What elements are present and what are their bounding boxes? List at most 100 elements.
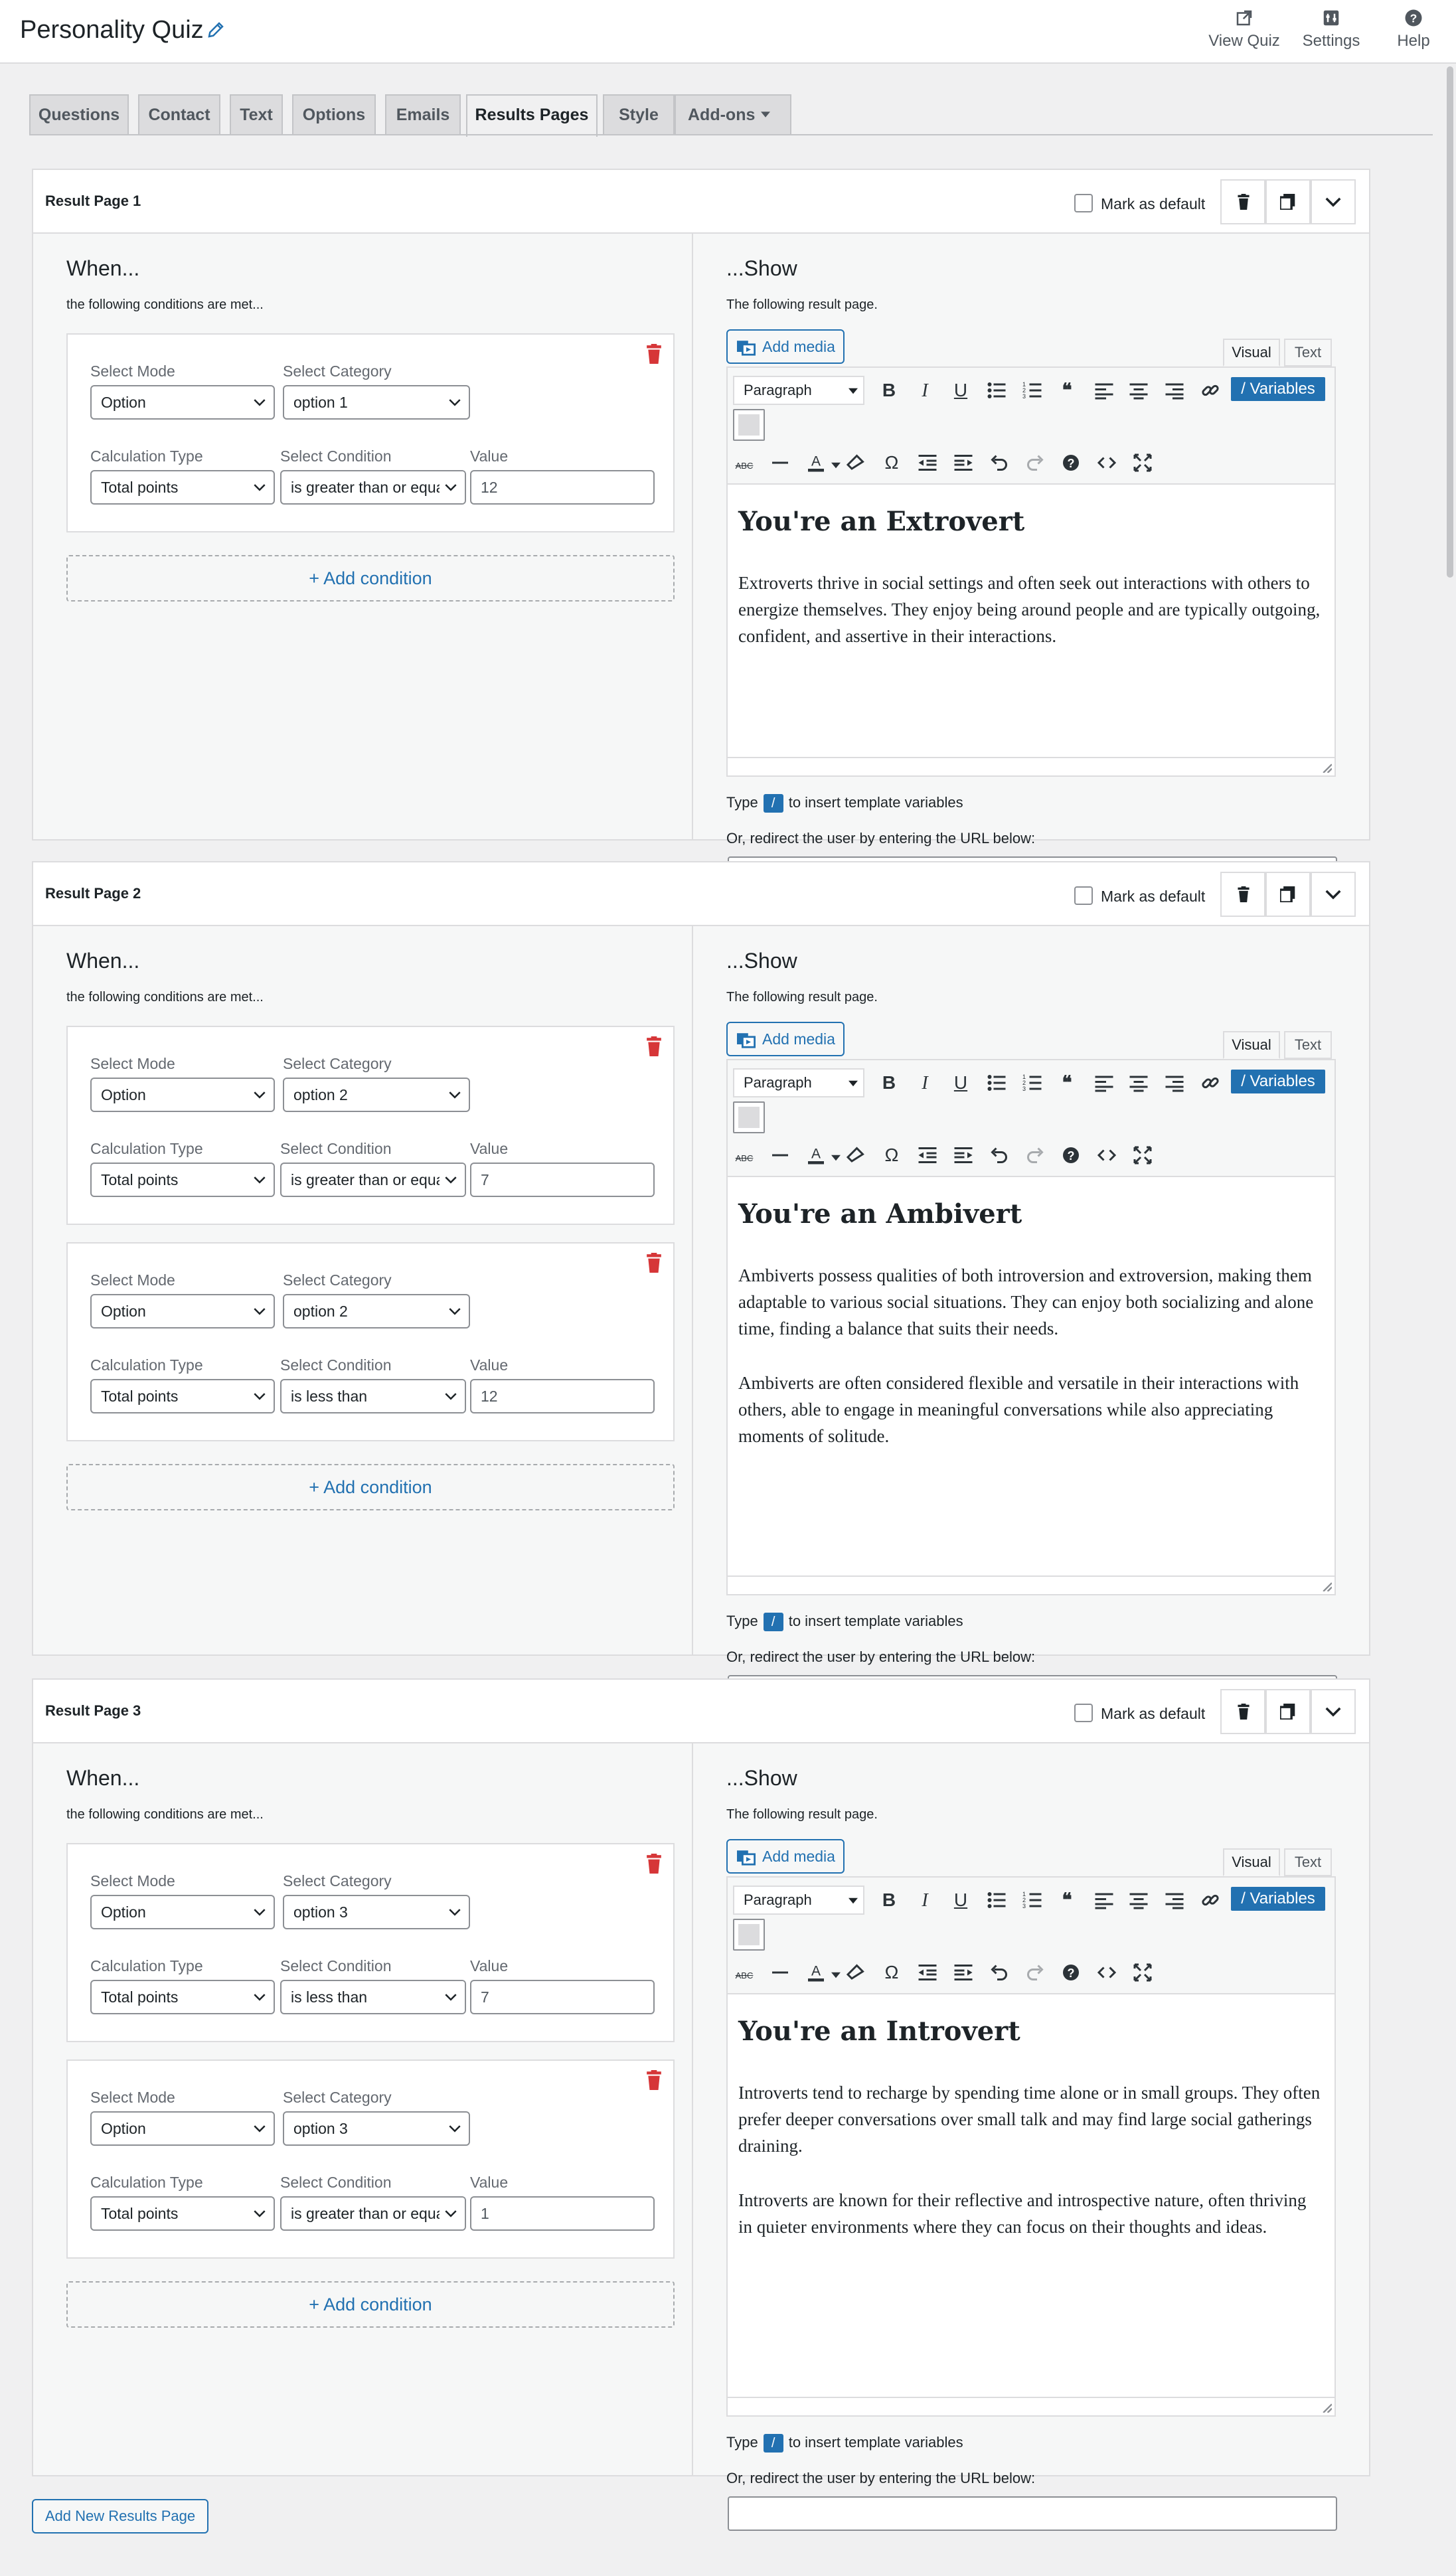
link-icon[interactable] bbox=[1200, 1073, 1220, 1093]
collapse-page-button[interactable] bbox=[1311, 872, 1356, 917]
select-mode-dropdown[interactable]: Option bbox=[90, 1294, 275, 1328]
redirect-url-input[interactable] bbox=[728, 2496, 1337, 2531]
fullscreen-icon[interactable] bbox=[1133, 453, 1153, 473]
code-icon[interactable] bbox=[1097, 453, 1117, 473]
tab-add-ons[interactable]: Add-ons bbox=[675, 94, 791, 135]
select-condition-dropdown[interactable]: is less than bbox=[280, 1980, 466, 2014]
code-icon[interactable] bbox=[1097, 1963, 1117, 1982]
value-input[interactable]: 12 bbox=[470, 1379, 655, 1413]
align-left-icon[interactable] bbox=[1094, 1073, 1114, 1093]
tab-options[interactable]: Options bbox=[292, 94, 376, 135]
variables-button[interactable]: / Variables bbox=[1231, 377, 1325, 401]
add-condition-button[interactable]: + Add condition bbox=[66, 555, 675, 602]
color-swatch-button[interactable] bbox=[733, 409, 765, 441]
resize-grip-icon[interactable] bbox=[1321, 762, 1332, 773]
variables-button[interactable]: / Variables bbox=[1231, 1070, 1325, 1093]
duplicate-page-button[interactable] bbox=[1265, 1689, 1311, 1734]
italic-icon[interactable]: I bbox=[915, 1073, 935, 1093]
redo-icon[interactable] bbox=[1025, 1145, 1045, 1165]
add-media-button[interactable]: Add media bbox=[726, 329, 845, 364]
redo-icon[interactable] bbox=[1025, 1963, 1045, 1982]
calculation-type-dropdown[interactable]: Total points bbox=[90, 1379, 275, 1413]
bold-icon[interactable]: B bbox=[879, 380, 899, 400]
blockquote-icon[interactable]: ❝ bbox=[1057, 1073, 1077, 1093]
add-condition-button[interactable]: + Add condition bbox=[66, 1464, 675, 1510]
numbered-list-icon[interactable]: 123 bbox=[1022, 380, 1042, 400]
blockquote-icon[interactable]: ❝ bbox=[1057, 380, 1077, 400]
scrollbar[interactable] bbox=[1447, 66, 1453, 578]
help-button[interactable]: ? Help bbox=[1381, 8, 1446, 50]
visual-tab[interactable]: Visual bbox=[1223, 1031, 1280, 1059]
special-character-icon[interactable]: Ω bbox=[882, 453, 902, 473]
blockquote-icon[interactable]: ❝ bbox=[1057, 1890, 1077, 1910]
collapse-page-button[interactable] bbox=[1311, 179, 1356, 224]
clear-formatting-icon[interactable] bbox=[846, 453, 866, 473]
bullet-list-icon[interactable] bbox=[987, 1073, 1007, 1093]
select-mode-dropdown[interactable]: Option bbox=[90, 1895, 275, 1929]
caret-down-icon[interactable] bbox=[826, 1963, 846, 1982]
tab-contact[interactable]: Contact bbox=[138, 94, 220, 135]
paragraph-format-select[interactable]: Paragraph bbox=[733, 376, 864, 405]
value-input[interactable]: 7 bbox=[470, 1163, 655, 1197]
delete-page-button[interactable] bbox=[1220, 872, 1265, 917]
outdent-icon[interactable] bbox=[918, 1145, 937, 1165]
outdent-icon[interactable] bbox=[918, 1963, 937, 1982]
text-tab[interactable]: Text bbox=[1284, 339, 1332, 366]
tab-emails[interactable]: Emails bbox=[385, 94, 461, 135]
keyboard-help-icon[interactable]: ? bbox=[1061, 1963, 1081, 1982]
numbered-list-icon[interactable]: 123 bbox=[1022, 1073, 1042, 1093]
delete-condition-icon[interactable] bbox=[645, 344, 663, 364]
mark-as-default-checkbox[interactable] bbox=[1074, 886, 1093, 905]
caret-down-icon[interactable] bbox=[826, 453, 846, 473]
align-right-icon[interactable] bbox=[1165, 1073, 1184, 1093]
bullet-list-icon[interactable] bbox=[987, 1890, 1007, 1910]
value-input[interactable]: 1 bbox=[470, 2196, 655, 2231]
delete-condition-icon[interactable] bbox=[645, 2070, 663, 2091]
settings-button[interactable]: Settings bbox=[1296, 8, 1366, 50]
bullet-list-icon[interactable] bbox=[987, 380, 1007, 400]
special-character-icon[interactable]: Ω bbox=[882, 1145, 902, 1165]
link-icon[interactable] bbox=[1200, 1890, 1220, 1910]
select-condition-dropdown[interactable]: is less than bbox=[280, 1379, 466, 1413]
delete-condition-icon[interactable] bbox=[645, 1854, 663, 1874]
select-category-dropdown[interactable]: option 2 bbox=[283, 1294, 470, 1328]
select-category-dropdown[interactable]: option 3 bbox=[283, 1895, 470, 1929]
color-swatch-button[interactable] bbox=[733, 1101, 765, 1133]
indent-icon[interactable] bbox=[953, 1963, 973, 1982]
tab-text[interactable]: Text bbox=[230, 94, 283, 135]
horizontal-line-icon[interactable] bbox=[770, 1963, 790, 1982]
collapse-page-button[interactable] bbox=[1311, 1689, 1356, 1734]
calculation-type-dropdown[interactable]: Total points bbox=[90, 1163, 275, 1197]
clear-formatting-icon[interactable] bbox=[846, 1145, 866, 1165]
clear-formatting-icon[interactable] bbox=[846, 1963, 866, 1982]
align-left-icon[interactable] bbox=[1094, 380, 1114, 400]
bold-icon[interactable]: B bbox=[879, 1073, 899, 1093]
tab-results-pages[interactable]: Results Pages bbox=[466, 94, 598, 137]
strikethrough-icon[interactable]: ABC bbox=[734, 1145, 754, 1165]
indent-icon[interactable] bbox=[953, 1145, 973, 1165]
resize-grip-icon[interactable] bbox=[1321, 1581, 1332, 1591]
select-mode-dropdown[interactable]: Option bbox=[90, 1078, 275, 1112]
duplicate-page-button[interactable] bbox=[1265, 179, 1311, 224]
tab-style[interactable]: Style bbox=[603, 94, 675, 135]
align-center-icon[interactable] bbox=[1129, 380, 1149, 400]
align-center-icon[interactable] bbox=[1129, 1890, 1149, 1910]
select-category-dropdown[interactable]: option 3 bbox=[283, 2111, 470, 2146]
strikethrough-icon[interactable]: ABC bbox=[734, 453, 754, 473]
undo-icon[interactable] bbox=[989, 1963, 1009, 1982]
caret-down-icon[interactable] bbox=[826, 1145, 846, 1165]
visual-tab[interactable]: Visual bbox=[1223, 1848, 1280, 1876]
fullscreen-icon[interactable] bbox=[1133, 1145, 1153, 1165]
add-media-button[interactable]: Add media bbox=[726, 1839, 845, 1874]
calculation-type-dropdown[interactable]: Total points bbox=[90, 1980, 275, 2014]
align-right-icon[interactable] bbox=[1165, 1890, 1184, 1910]
keyboard-help-icon[interactable]: ? bbox=[1061, 453, 1081, 473]
outdent-icon[interactable] bbox=[918, 453, 937, 473]
select-mode-dropdown[interactable]: Option bbox=[90, 385, 275, 420]
select-condition-dropdown[interactable]: is greater than or equal to bbox=[280, 470, 466, 505]
add-condition-button[interactable]: + Add condition bbox=[66, 2281, 675, 2328]
bold-icon[interactable]: B bbox=[879, 1890, 899, 1910]
italic-icon[interactable]: I bbox=[915, 1890, 935, 1911]
select-condition-dropdown[interactable]: is greater than or equal to bbox=[280, 2196, 466, 2231]
align-center-icon[interactable] bbox=[1129, 1073, 1149, 1093]
